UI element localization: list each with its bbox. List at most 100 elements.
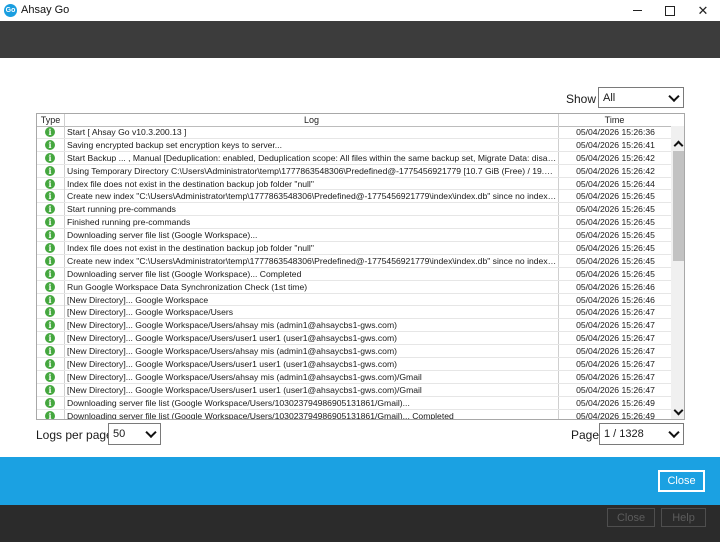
info-icon: i	[45, 281, 55, 292]
table-row[interactable]: i Saving encrypted backup set encryption …	[37, 138, 672, 152]
log-message: [New Directory]... Google Workspace/User…	[67, 320, 397, 331]
show-label: Show	[566, 92, 597, 106]
log-message: Downloading server file list (Google Wor…	[67, 397, 410, 408]
log-message: Run Google Workspace Data Synchronizatio…	[67, 281, 308, 292]
table-row[interactable]: i [New Directory]... Google Workspace 05/0…	[37, 293, 672, 307]
column-header-log[interactable]: Log	[65, 114, 559, 126]
log-time: 05/04/2026 15:26:45	[558, 267, 672, 280]
info-icon: i	[45, 178, 55, 189]
logs-per-page-select[interactable]: 50	[108, 423, 161, 445]
log-message: Index file does not exist in the destina…	[67, 178, 314, 189]
scroll-thumb[interactable]	[673, 151, 684, 261]
log-time: 05/04/2026 15:26:47	[558, 383, 672, 396]
window-close-button[interactable]: ✕	[686, 0, 720, 21]
info-icon: i	[45, 165, 55, 176]
info-icon: i	[45, 127, 55, 137]
table-row[interactable]: i Index file does not exist in the destin…	[37, 242, 671, 255]
info-icon: i	[45, 191, 55, 202]
log-message: Downloading server file list (Google Wor…	[67, 268, 302, 279]
close-button[interactable]: Close	[658, 470, 705, 492]
table-row[interactable]: i Downloading server file list (Google Wo…	[37, 409, 672, 420]
column-header-type[interactable]: Type	[37, 114, 65, 126]
log-time: 05/04/2026 15:26:44	[558, 177, 672, 190]
close-icon: ✕	[697, 2, 709, 18]
info-icon: i	[45, 255, 55, 266]
table-row[interactable]: i Downloading server file list (Google Wo…	[37, 267, 672, 281]
info-icon: i	[45, 359, 55, 370]
minimize-button[interactable]	[620, 0, 654, 21]
log-time: 05/04/2026 15:26:49	[558, 409, 672, 419]
scroll-up-icon[interactable]	[671, 136, 684, 150]
table-row[interactable]: i Run Google Workspace Data Synchronizati…	[37, 280, 672, 294]
table-row[interactable]: i Using Temporary Directory C:\Users\Admi…	[37, 164, 672, 178]
log-time: 05/04/2026 15:26:45	[558, 229, 672, 242]
log-time: 05/04/2026 15:26:47	[558, 319, 672, 332]
table-row[interactable]: i [New Directory]... Google Workspace/Use…	[37, 358, 671, 371]
logs-per-page-label: Logs per page	[36, 428, 113, 442]
log-time: 05/04/2026 15:26:42	[558, 164, 672, 177]
log-message: [New Directory]... Google Workspace/User…	[67, 346, 397, 357]
table-row[interactable]: i [New Directory]... Google Workspace/Use…	[37, 306, 671, 320]
log-time: 05/04/2026 15:26:41	[558, 138, 672, 151]
table-row[interactable]: i Start [ Ahsay Go v10.3.200.13 ] 05/04/20…	[37, 126, 671, 139]
table-row[interactable]: i Downloading server file list (Google Wo…	[37, 229, 672, 243]
table-row[interactable]: i [New Directory]... Google Workspace/Use…	[37, 319, 672, 333]
logs-per-page-value: 50	[113, 428, 126, 440]
info-icon: i	[45, 139, 55, 150]
info-icon: i	[45, 294, 55, 305]
log-message: Start Backup ... , Manual [Deduplication…	[67, 152, 557, 163]
action-bar	[0, 457, 720, 505]
log-message: [New Directory]... Google Workspace/User…	[67, 307, 234, 318]
info-icon: i	[45, 243, 55, 254]
table-row[interactable]: i Create new index "C:\Users\Administrato…	[37, 254, 671, 268]
log-message: Finished running pre-commands	[67, 217, 191, 228]
log-message: Start [ Ahsay Go v10.3.200.13 ]	[67, 127, 187, 137]
app-logo-icon: Go	[4, 4, 17, 17]
page-value: 1 / 1328	[604, 428, 644, 440]
table-row[interactable]: i Index file does not exist in the destin…	[37, 177, 672, 191]
log-time: 05/04/2026 15:26:36	[558, 126, 672, 138]
info-icon: i	[45, 307, 55, 318]
table-row[interactable]: i [New Directory]... Google Workspace/Use…	[37, 383, 672, 397]
table-row[interactable]: i [New Directory]... Google Workspace/Use…	[37, 345, 671, 359]
maximize-button[interactable]	[653, 0, 687, 21]
log-time: 05/04/2026 15:26:45	[558, 242, 672, 255]
log-time: 05/04/2026 15:26:45	[558, 190, 672, 203]
window-title: Ahsay Go	[21, 4, 70, 16]
show-filter-select[interactable]: All	[598, 87, 684, 108]
table-row[interactable]: i [New Directory]... Google Workspace/Use…	[37, 370, 672, 384]
scroll-down-icon[interactable]	[671, 405, 684, 419]
table-row[interactable]: i Start Backup ... , Manual [Deduplicatio…	[37, 151, 672, 165]
log-message: Saving encrypted backup set encryption k…	[67, 139, 282, 150]
table-row[interactable]: i Downloading server file list (Google Wo…	[37, 396, 672, 410]
log-message: [New Directory]... Google Workspace/User…	[67, 371, 422, 382]
table-row[interactable]: i [New Directory]... Google Workspace/Use…	[37, 332, 671, 346]
table-row[interactable]: i Create new index "C:\Users\Administrato…	[37, 190, 672, 204]
log-message: [New Directory]... Google Workspace/User…	[67, 359, 397, 370]
log-time: 05/04/2026 15:26:47	[558, 370, 672, 383]
log-time: 05/04/2026 15:26:46	[558, 280, 672, 293]
log-message: Downloading server file list (Google Wor…	[67, 410, 454, 420]
log-message: Downloading server file list (Google Wor…	[67, 230, 258, 241]
table-row[interactable]: i Finished running pre-commands 05/04/2026…	[37, 216, 671, 230]
log-message: Index file does not exist in the destina…	[67, 243, 314, 254]
log-scrollbar[interactable]	[671, 126, 684, 419]
info-icon: i	[45, 204, 55, 215]
log-message: [New Directory]... Google Workspace/User…	[67, 333, 397, 344]
log-time: 05/04/2026 15:26:46	[558, 293, 672, 306]
log-time: 05/04/2026 15:26:42	[558, 151, 672, 164]
log-message: [New Directory]... Google Workspace/User…	[67, 384, 422, 395]
log-time: 05/04/2026 15:26:49	[558, 396, 672, 409]
info-icon: i	[45, 346, 55, 357]
log-message: Create new index "C:\Users\Administrator…	[67, 191, 557, 202]
log-message: Create new index "C:\Users\Administrator…	[67, 255, 557, 266]
column-header-time[interactable]: Time	[558, 114, 671, 126]
footer-close-button[interactable]: Close	[607, 508, 655, 527]
minimize-icon	[632, 10, 642, 11]
info-icon: i	[45, 397, 55, 408]
page-select[interactable]: 1 / 1328	[599, 423, 684, 445]
table-row[interactable]: i Start running pre-commands 05/04/2026 15…	[37, 203, 671, 217]
help-button[interactable]: Help	[661, 508, 706, 527]
log-message: Start running pre-commands	[67, 204, 176, 215]
title-bar: Go Ahsay Go ✕	[0, 0, 720, 21]
